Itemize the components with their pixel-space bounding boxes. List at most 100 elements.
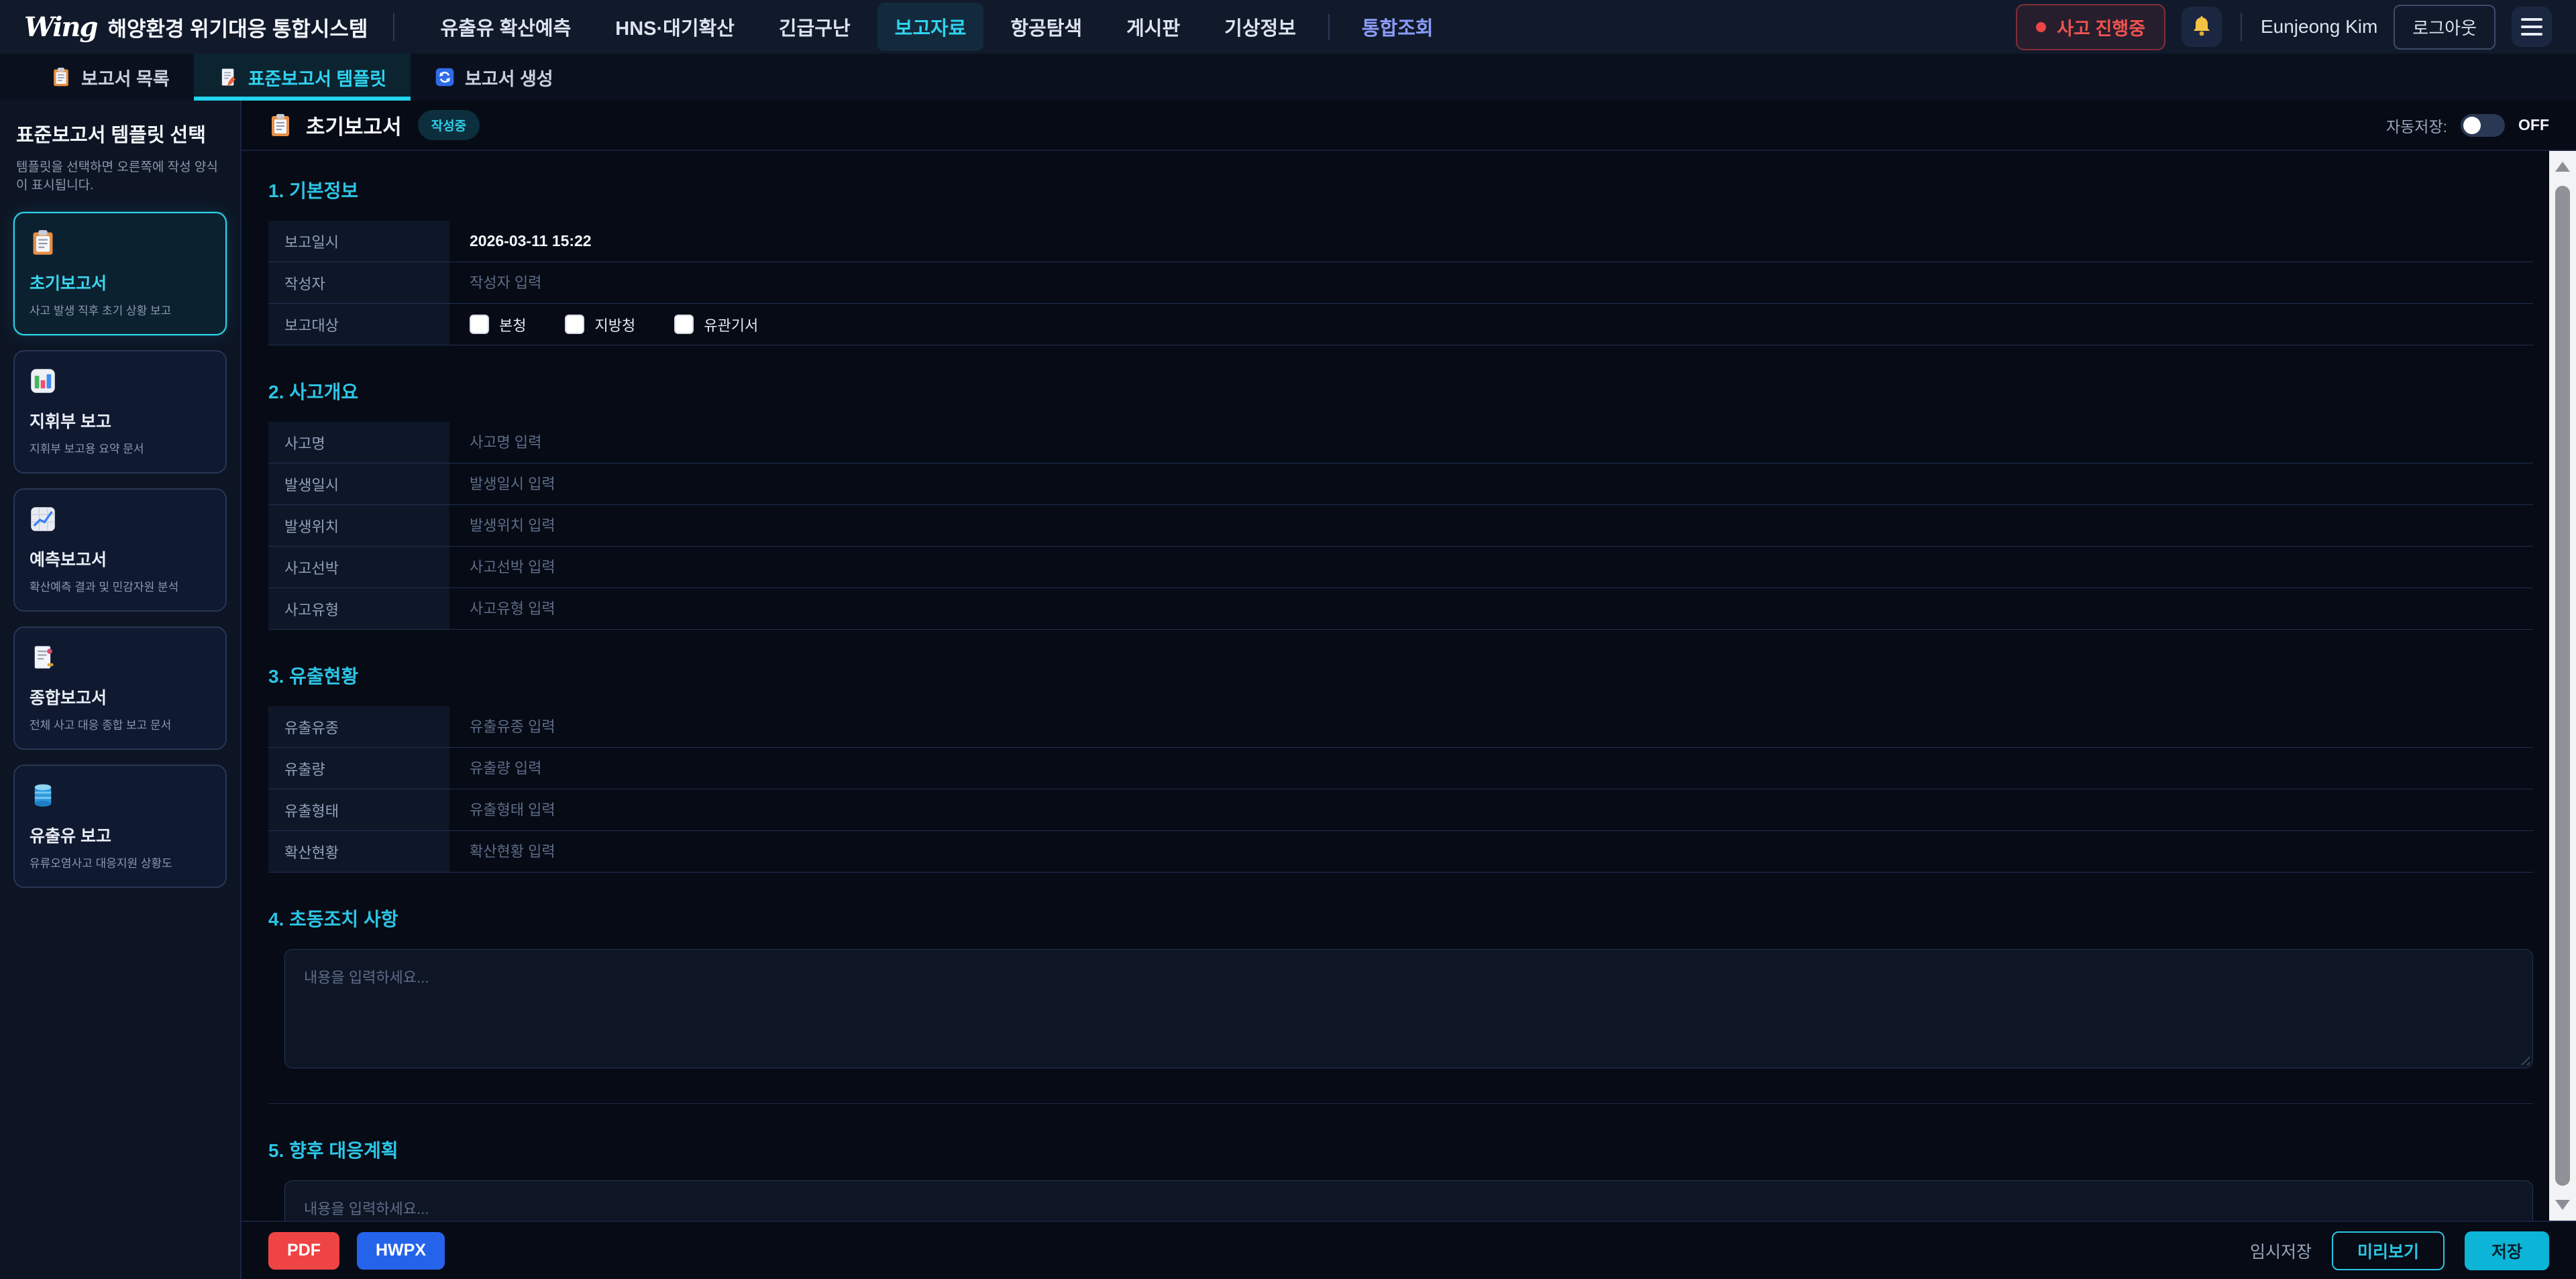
report-footer: PDF HWPX 임시저장 미리보기 저장 bbox=[241, 1221, 2576, 1279]
tab-standard-template[interactable]: 표준보고서 템플릿 bbox=[194, 54, 411, 101]
field-label: 확산현황 bbox=[268, 831, 449, 872]
report-datetime-value: 2026-03-11 15:22 bbox=[470, 232, 592, 250]
report-title: 초기보고서 bbox=[306, 110, 402, 140]
template-desc: 전체 사고 대응 종합 보고 문서 bbox=[30, 716, 211, 732]
field-label: 유출형태 bbox=[268, 789, 449, 830]
tab-label: 보고서 생성 bbox=[465, 64, 553, 91]
occur-location-input[interactable] bbox=[470, 517, 2451, 535]
field-label: 사고선박 bbox=[268, 547, 449, 588]
save-button[interactable]: 저장 bbox=[2465, 1231, 2549, 1270]
template-title: 초기보고서 bbox=[30, 270, 211, 294]
table-row: 유출형태 bbox=[268, 789, 2533, 831]
tab-report-list[interactable]: 보고서 목록 bbox=[27, 54, 194, 101]
table-row: 보고대상 본청 지방청 bbox=[268, 304, 2533, 345]
field-label: 사고유형 bbox=[268, 588, 449, 629]
footer-actions: 임시저장 미리보기 저장 bbox=[2250, 1231, 2549, 1270]
nav-item-reports[interactable]: 보고자료 bbox=[877, 3, 984, 51]
field-label: 발생위치 bbox=[268, 505, 449, 546]
template-card-comprehensive-report[interactable]: 종합보고서 전체 사고 대응 종합 보고 문서 bbox=[13, 626, 227, 750]
template-desc: 지휘부 보고용 요약 문서 bbox=[30, 439, 211, 456]
scroll-up-arrow-icon[interactable] bbox=[2555, 162, 2570, 172]
notification-button[interactable] bbox=[2182, 7, 2222, 47]
template-title: 유출유 보고 bbox=[30, 823, 211, 847]
user-separator bbox=[2241, 13, 2242, 41]
report-header: 초기보고서 작성중 자동저장: OFF bbox=[241, 101, 2576, 151]
section-divider bbox=[268, 1103, 2533, 1104]
table-row: 사고명 bbox=[268, 422, 2533, 463]
section-heading-incident-overview: 2. 사고개요 bbox=[268, 378, 2533, 404]
oil-type-input[interactable] bbox=[470, 718, 2451, 736]
memo-icon bbox=[218, 67, 238, 87]
export-hwpx-button[interactable]: HWPX bbox=[357, 1232, 445, 1270]
tab-label: 보고서 목록 bbox=[81, 64, 170, 91]
table-row: 작성자 bbox=[268, 262, 2533, 304]
field-label: 유출량 bbox=[268, 748, 449, 789]
nav-item-board[interactable]: 게시판 bbox=[1109, 3, 1197, 51]
sidebar-subtitle: 템플릿을 선택하면 오른쪽에 작성 양식이 표시됩니다. bbox=[16, 157, 227, 193]
vertical-scrollbar[interactable] bbox=[2549, 151, 2576, 1221]
field-label: 발생일시 bbox=[268, 463, 449, 504]
nav-item-hns[interactable]: HNS·대기확산 bbox=[598, 3, 752, 51]
template-desc: 확산예측 결과 및 민감자원 분석 bbox=[30, 577, 211, 594]
template-card-oil-spill-report[interactable]: 유출유 보고 유류오염사고 대응지원 상황도 bbox=[13, 765, 227, 888]
temp-save-button[interactable]: 임시저장 bbox=[2250, 1239, 2312, 1263]
nav-separator bbox=[1328, 14, 1330, 40]
bar-chart-icon bbox=[30, 368, 56, 394]
field-label: 보고대상 bbox=[268, 304, 449, 345]
initial-actions-textarea[interactable] bbox=[284, 949, 2533, 1068]
spill-amount-input[interactable] bbox=[470, 760, 2451, 777]
refresh-icon bbox=[435, 67, 455, 87]
menu-button[interactable] bbox=[2512, 7, 2552, 47]
wing-logo: Wing bbox=[24, 11, 97, 43]
top-right-cluster: 사고 진행중 Eunjeong Kim 로그아웃 bbox=[2016, 4, 2552, 50]
field-label: 작성자 bbox=[268, 262, 449, 303]
bell-icon bbox=[2190, 15, 2214, 39]
spread-status-input[interactable] bbox=[470, 843, 2451, 860]
sidebar-title: 표준보고서 템플릿 선택 bbox=[16, 119, 227, 148]
table-row: 유출유종 bbox=[268, 706, 2533, 748]
nav-item-weather[interactable]: 기상정보 bbox=[1207, 3, 1313, 51]
occur-datetime-input[interactable] bbox=[470, 476, 2451, 493]
scrollbar-thumb[interactable] bbox=[2555, 186, 2570, 1186]
workspace: 표준보고서 템플릿 선택 템플릿을 선택하면 오른쪽에 작성 양식이 표시됩니다… bbox=[0, 101, 2576, 1279]
table-row: 보고일시 2026-03-11 15:22 bbox=[268, 221, 2533, 262]
scroll-down-arrow-icon[interactable] bbox=[2555, 1200, 2570, 1210]
spill-status-table: 유출유종 유출량 유출형태 확산현황 bbox=[268, 706, 2533, 873]
future-plan-textarea-wrap bbox=[284, 1180, 2533, 1221]
template-card-initial-report[interactable]: 초기보고서 사고 발생 직후 초기 상황 보고 bbox=[13, 212, 227, 335]
nav-item-oil-spread[interactable]: 유출유 확산예측 bbox=[423, 3, 588, 51]
checkbox-icon[interactable] bbox=[565, 315, 584, 334]
logout-button[interactable]: 로그아웃 bbox=[2394, 5, 2496, 50]
incident-status-badge: 사고 진행중 bbox=[2016, 4, 2165, 50]
table-row: 발생일시 bbox=[268, 463, 2533, 505]
export-pdf-button[interactable]: PDF bbox=[268, 1232, 339, 1270]
template-card-command-report[interactable]: 지휘부 보고 지휘부 보고용 요약 문서 bbox=[13, 350, 227, 474]
spill-form-input[interactable] bbox=[470, 801, 2451, 819]
tab-report-generate[interactable]: 보고서 생성 bbox=[411, 54, 578, 101]
nav-item-air-search[interactable]: 항공탐색 bbox=[993, 3, 1099, 51]
app-title: 해양환경 위기대응 통합시스템 bbox=[107, 12, 368, 42]
incident-name-input[interactable] bbox=[470, 434, 2451, 451]
checkbox-icon[interactable] bbox=[674, 315, 694, 334]
status-badge: 작성중 bbox=[418, 110, 480, 140]
preview-button[interactable]: 미리보기 bbox=[2332, 1231, 2445, 1270]
template-card-forecast-report[interactable]: 예측보고서 확산예측 결과 및 민감자원 분석 bbox=[13, 488, 227, 612]
nav-item-rescue[interactable]: 긴급구난 bbox=[761, 3, 868, 51]
author-input[interactable] bbox=[470, 274, 2451, 292]
checkbox-headquarters[interactable]: 본청 bbox=[470, 314, 526, 335]
report-tabbar: 보고서 목록 표준보고서 템플릿 보고서 생성 bbox=[0, 54, 2576, 101]
form-scroll-area: 1. 기본정보 보고일시 2026-03-11 15:22 작성자 bbox=[241, 151, 2576, 1221]
checkbox-related-agency[interactable]: 유관기서 bbox=[674, 314, 758, 335]
future-plan-textarea[interactable] bbox=[284, 1180, 2533, 1221]
table-row: 사고선박 bbox=[268, 547, 2533, 588]
top-nav: Wing 해양환경 위기대응 통합시스템 유출유 확산예측 HNS·대기확산 긴… bbox=[0, 0, 2576, 54]
autosave-toggle[interactable] bbox=[2461, 114, 2505, 137]
incident-vessel-input[interactable] bbox=[470, 559, 2451, 576]
clipboard-icon bbox=[51, 67, 71, 87]
incident-type-input[interactable] bbox=[470, 600, 2451, 618]
brand: Wing 해양환경 위기대응 통합시스템 bbox=[24, 11, 368, 43]
nav-item-integrated-search[interactable]: 통합조회 bbox=[1344, 3, 1451, 51]
checkbox-regional-office[interactable]: 지방청 bbox=[565, 314, 635, 335]
report-target-checkboxes: 본청 지방청 유관기서 bbox=[470, 314, 758, 335]
checkbox-icon[interactable] bbox=[470, 315, 489, 334]
